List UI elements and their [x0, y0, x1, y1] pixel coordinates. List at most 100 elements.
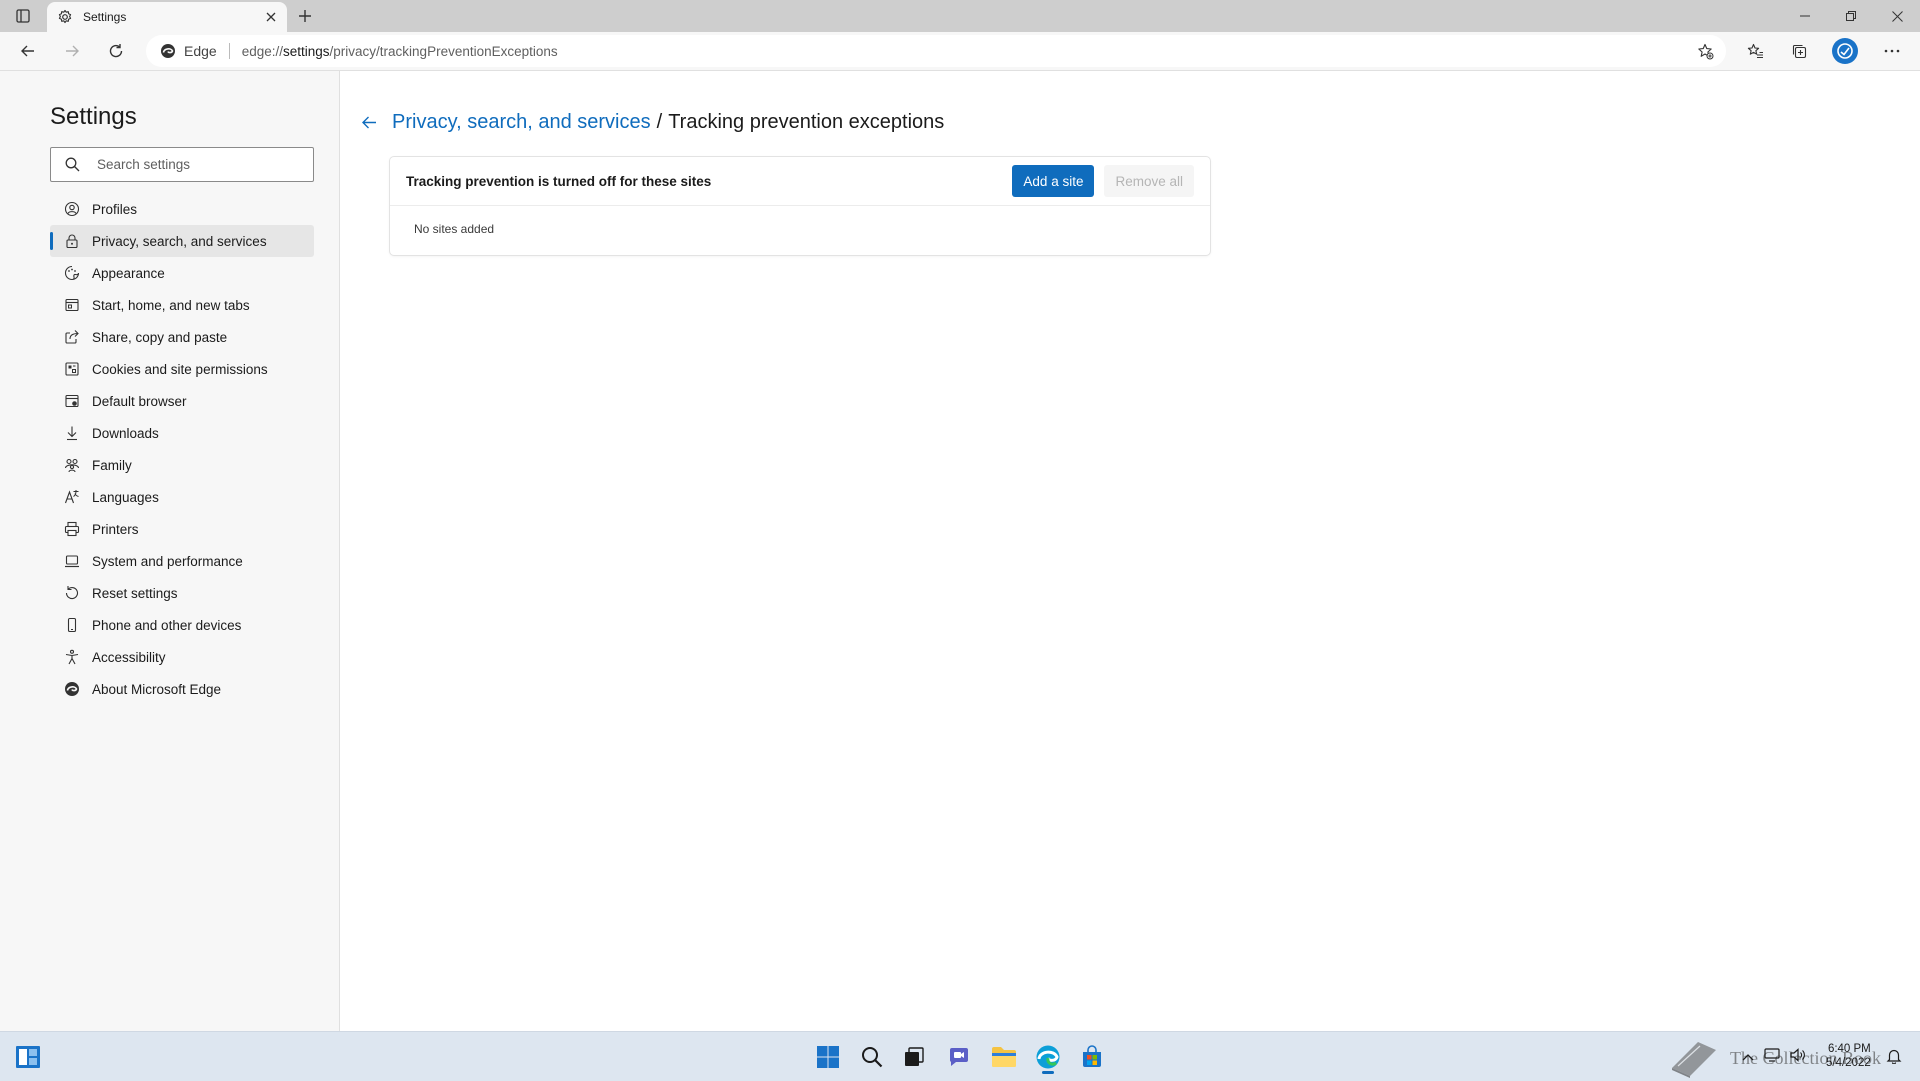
printer-icon [64, 521, 80, 537]
add-site-button[interactable]: Add a site [1012, 165, 1095, 197]
address-divider [228, 43, 230, 59]
clock-date: 5/4/2022 [1826, 1057, 1871, 1069]
remove-all-button[interactable]: Remove all [1104, 165, 1194, 197]
sidebar-item-start-home[interactable]: Start, home, and new tabs [50, 289, 314, 321]
clock[interactable]: 6:40 PM 5/4/2022 [1826, 1042, 1871, 1070]
task-view-button[interactable] [897, 1040, 931, 1074]
more-icon [1884, 49, 1900, 53]
empty-state-text: No sites added [414, 222, 495, 236]
tab-strip: Settings [0, 0, 1920, 32]
breadcrumb-parent-link[interactable]: Privacy, search, and services [392, 111, 651, 134]
download-icon [64, 425, 80, 441]
book-icon [1672, 1042, 1716, 1078]
widgets-button[interactable] [11, 1040, 45, 1074]
close-icon [266, 12, 276, 22]
search-box[interactable] [50, 147, 314, 182]
system-tray [1742, 1032, 1806, 1081]
sidebar-item-default-browser[interactable]: Default browser [50, 385, 314, 417]
accessibility-icon [64, 649, 80, 665]
more-menu-button[interactable] [1877, 36, 1907, 66]
search-input[interactable] [95, 156, 299, 173]
store-button[interactable] [1075, 1040, 1109, 1074]
minimize-icon [1800, 15, 1810, 17]
search-icon [862, 1047, 883, 1068]
sidebar-item-phone[interactable]: Phone and other devices [50, 609, 314, 641]
sidebar-item-label: Cookies and site permissions [92, 361, 268, 377]
sidebar-item-label: Reset settings [92, 585, 178, 601]
back-to-privacy-button[interactable] [358, 112, 380, 134]
sidebar-item-downloads[interactable]: Downloads [50, 417, 314, 449]
card-title: Tracking prevention is turned off for th… [406, 173, 712, 189]
sidebar-item-system[interactable]: System and performance [50, 545, 314, 577]
forward-button[interactable] [57, 36, 87, 66]
chat-button[interactable] [942, 1040, 976, 1074]
lock-icon [64, 233, 80, 249]
notifications-button[interactable] [1886, 1048, 1902, 1069]
sidebar-item-about[interactable]: About Microsoft Edge [50, 673, 314, 705]
new-tab-button[interactable] [293, 5, 317, 27]
url-host: settings [283, 43, 330, 59]
widgets-icon [16, 1046, 40, 1068]
sidebar-item-share[interactable]: Share, copy and paste [50, 321, 314, 353]
refresh-icon [109, 44, 123, 58]
sidebar-item-label: Privacy, search, and services [92, 233, 267, 249]
edge-icon [1036, 1045, 1060, 1069]
taskbar: The Collection Book 6:40 PM 5/4/2022 [0, 1031, 1920, 1081]
sidebar-item-cookies[interactable]: Cookies and site permissions [50, 353, 314, 385]
sidebar-item-label: Default browser [92, 393, 187, 409]
tab-settings[interactable]: Settings [47, 2, 287, 32]
favorites-button[interactable] [1740, 36, 1770, 66]
store-icon [1083, 1045, 1101, 1067]
sidebar-item-reset[interactable]: Reset settings [50, 577, 314, 609]
tray-overflow-button[interactable] [1742, 1050, 1754, 1064]
back-button[interactable] [13, 36, 43, 66]
settings-sidebar: Settings Profiles Privacy, search, and s… [0, 71, 340, 1031]
share-icon [64, 329, 80, 345]
taskbar-search-button[interactable] [855, 1040, 889, 1074]
sidebar-item-label: Appearance [92, 265, 165, 281]
sidebar-item-label: Languages [92, 489, 159, 505]
favorites-icon [1747, 43, 1763, 58]
tab-actions-icon [16, 9, 30, 23]
tab-title: Settings [83, 10, 127, 24]
tab-actions-button[interactable] [12, 6, 34, 26]
breadcrumb: Privacy, search, and services / Tracking… [358, 111, 944, 134]
settings-nav: Profiles Privacy, search, and services A… [50, 193, 314, 705]
url-text[interactable]: edge://settings/privacy/trackingPreventi… [242, 44, 1690, 59]
browser-toolbar: Edge edge://settings/privacy/trackingPre… [0, 32, 1920, 71]
sidebar-item-privacy[interactable]: Privacy, search, and services [50, 225, 314, 257]
sidebar-item-printers[interactable]: Printers [50, 513, 314, 545]
minimize-button[interactable] [1782, 0, 1828, 32]
address-bar[interactable]: Edge edge://settings/privacy/trackingPre… [146, 35, 1726, 67]
file-explorer-button[interactable] [987, 1040, 1021, 1074]
sidebar-item-label: Phone and other devices [92, 617, 242, 633]
sidebar-item-accessibility[interactable]: Accessibility [50, 641, 314, 673]
network-icon[interactable] [1764, 1048, 1780, 1065]
site-label: Edge [184, 43, 217, 59]
chat-icon [949, 1048, 968, 1066]
refresh-button[interactable] [101, 36, 131, 66]
folder-icon [992, 1047, 1016, 1067]
edge-taskbar-button[interactable] [1031, 1040, 1065, 1074]
arrow-left-icon [21, 45, 34, 57]
close-tab-button[interactable] [259, 5, 283, 29]
close-window-button[interactable] [1874, 0, 1920, 32]
arrow-right-icon [66, 45, 79, 57]
start-button[interactable] [811, 1040, 845, 1074]
languages-icon [64, 489, 80, 505]
edge-icon [160, 43, 176, 59]
add-favorite-button[interactable] [1690, 36, 1720, 66]
restore-button[interactable] [1828, 0, 1874, 32]
sidebar-item-family[interactable]: Family [50, 449, 314, 481]
laptop-icon [64, 553, 80, 569]
sidebar-item-appearance[interactable]: Appearance [50, 257, 314, 289]
restore-icon [1846, 11, 1856, 21]
exceptions-card: Tracking prevention is turned off for th… [390, 157, 1210, 255]
collections-button[interactable] [1784, 36, 1814, 66]
profile-button[interactable] [1832, 38, 1858, 64]
volume-icon[interactable] [1790, 1048, 1806, 1065]
sidebar-item-profiles[interactable]: Profiles [50, 193, 314, 225]
breadcrumb-separator: / [656, 111, 663, 133]
sidebar-item-languages[interactable]: Languages [50, 481, 314, 513]
avatar [1837, 43, 1853, 59]
